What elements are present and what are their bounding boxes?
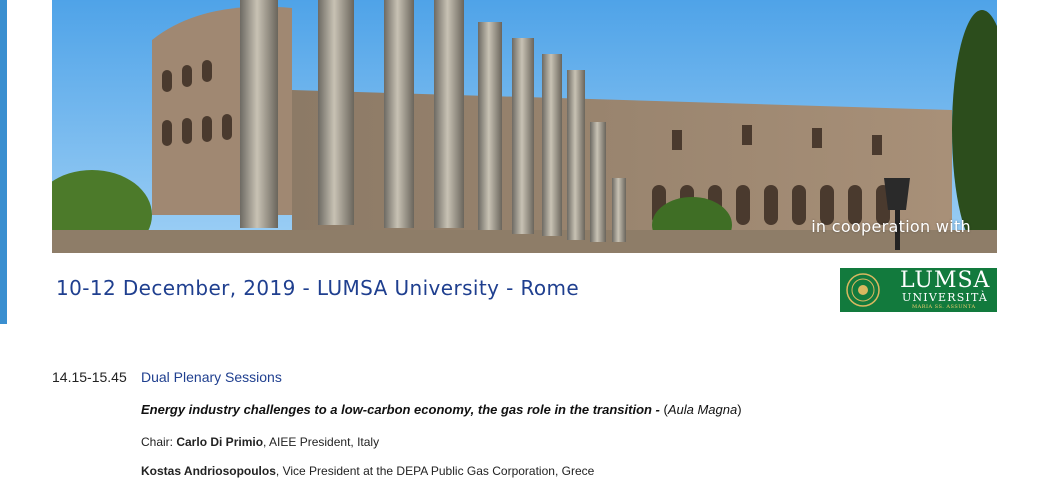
header-banner-image: in cooperation with: [52, 0, 997, 253]
talk-room-open: (: [659, 402, 668, 417]
speaker-line: Kostas Andriosopoulos, Vice President at…: [141, 464, 594, 478]
speaker-name: Kostas Andriosopoulos: [141, 464, 276, 478]
chair-name: Carlo Di Primio: [176, 435, 264, 449]
chair-label: Chair:: [141, 435, 177, 449]
chair-line: Chair: Carlo Di Primio, AIEE President, …: [141, 435, 379, 449]
colosseum-illustration: [52, 0, 997, 253]
lumsa-seal-icon: [846, 273, 880, 307]
conference-date-location: 10-12 December, 2019 - LUMSA University …: [56, 276, 580, 300]
lumsa-logo-subtitle: UNIVERSITÀ: [902, 291, 989, 304]
talk-title: Energy industry challenges to a low-carb…: [141, 402, 742, 417]
speaker-role: , Vice President at the DEPA Public Gas …: [275, 464, 595, 478]
lumsa-logo-tagline: MARIA SS. ASSUNTA: [912, 304, 976, 310]
talk-room-close: ): [737, 402, 742, 417]
lumsa-logo[interactable]: LUMSA UNIVERSITÀ MARIA SS. ASSUNTA: [840, 268, 997, 312]
talk-room: Aula Magna: [667, 402, 738, 417]
chair-role: , AIEE President, Italy: [263, 435, 380, 449]
session-time: 14.15-15.45: [52, 369, 127, 385]
session-title: Dual Plenary Sessions: [141, 369, 282, 385]
left-accent-strip: [0, 0, 7, 324]
lumsa-logo-name: LUMSA: [900, 268, 991, 293]
cooperation-caption: in cooperation with: [811, 217, 971, 236]
talk-title-text: Energy industry challenges to a low-carb…: [141, 402, 660, 417]
